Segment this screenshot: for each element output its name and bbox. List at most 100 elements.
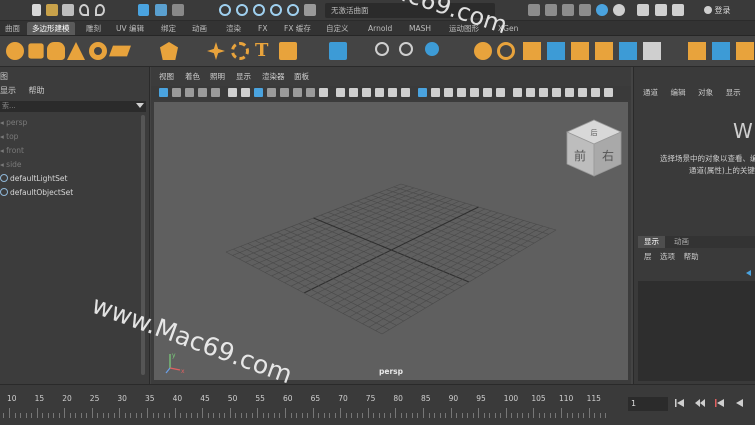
tab-surfaces[interactable]: 曲面 xyxy=(0,22,25,35)
tab-poly-modeling[interactable]: 多边形建模 xyxy=(27,22,75,35)
menu-help[interactable]: 帮助 xyxy=(29,86,45,95)
history-icon[interactable] xyxy=(304,4,316,16)
mirror-icon[interactable] xyxy=(571,42,589,60)
viewport-tool-icon[interactable] xyxy=(336,88,345,97)
menu-edit[interactable]: 编辑 xyxy=(671,88,686,97)
prev-key-icon[interactable] xyxy=(715,398,725,408)
viewport-tool-icon[interactable] xyxy=(362,88,371,97)
toggle-panel-icon[interactable] xyxy=(655,4,667,16)
viewport-tool-icon[interactable] xyxy=(513,88,522,97)
viewport-tool-icon[interactable] xyxy=(293,88,302,97)
viewport-tool-icon[interactable] xyxy=(483,88,492,97)
poly-cone-icon[interactable] xyxy=(67,42,85,60)
outliner-item-default-object-set[interactable]: defaultObjectSet xyxy=(0,187,73,199)
arrow-left-icon[interactable] xyxy=(746,270,751,276)
extrude-icon[interactable] xyxy=(595,42,613,60)
viewport-tool-icon[interactable] xyxy=(565,88,574,97)
boolean-icon[interactable] xyxy=(497,42,515,60)
pivot-icon[interactable] xyxy=(399,42,413,56)
viewport-tool-icon[interactable] xyxy=(401,88,410,97)
undo-icon[interactable] xyxy=(79,4,89,16)
viewport-tool-icon[interactable] xyxy=(444,88,453,97)
menu-layers[interactable]: 层 xyxy=(644,252,652,261)
tab-anim-layers[interactable]: 动画 xyxy=(668,236,695,248)
open-file-icon[interactable] xyxy=(46,4,58,16)
platonic-icon[interactable] xyxy=(160,42,178,60)
viewport-tool-icon[interactable] xyxy=(526,88,535,97)
snap-grid-icon[interactable] xyxy=(219,4,231,16)
outliner-item-side[interactable]: ◂ side xyxy=(0,159,22,171)
layer-list[interactable] xyxy=(638,281,755,381)
play-back-icon[interactable] xyxy=(735,398,745,408)
viewport-tool-icon[interactable] xyxy=(552,88,561,97)
menu-panels[interactable]: 面板 xyxy=(294,71,309,82)
separate-icon[interactable] xyxy=(523,42,541,60)
ui-elements-icon[interactable] xyxy=(613,4,625,16)
viewport-tool-icon[interactable] xyxy=(211,88,220,97)
save-icon[interactable] xyxy=(62,4,74,16)
viewport-tool-icon[interactable] xyxy=(457,88,466,97)
tab-animation[interactable]: 动画 xyxy=(187,22,212,35)
menu-help[interactable]: 帮助 xyxy=(684,252,699,261)
tab-display-layers[interactable]: 显示 xyxy=(638,236,665,248)
menu-object[interactable]: 对象 xyxy=(698,88,713,97)
select-tool-icon[interactable] xyxy=(138,4,149,16)
viewport-tool-icon[interactable] xyxy=(185,88,194,97)
viewport-tool-icon[interactable] xyxy=(375,88,384,97)
viewport-tool-icon[interactable] xyxy=(431,88,440,97)
tab-sculpting[interactable]: 雕刻 xyxy=(81,22,106,35)
panel-layout-icon[interactable] xyxy=(596,4,608,16)
render-settings-icon[interactable] xyxy=(562,4,574,16)
pivot-icon[interactable] xyxy=(375,42,389,56)
poly-torus-icon[interactable] xyxy=(89,42,107,60)
uv-editor-icon[interactable] xyxy=(329,42,347,60)
viewport-tool-icon[interactable] xyxy=(591,88,600,97)
viewport-tool-icon[interactable] xyxy=(470,88,479,97)
ipr-icon[interactable] xyxy=(545,4,557,16)
history-node-icon[interactable] xyxy=(425,42,439,56)
new-file-icon[interactable] xyxy=(32,4,41,16)
menu-show[interactable]: 显示 xyxy=(726,88,741,97)
tab-rendering[interactable]: 渲染 xyxy=(221,22,246,35)
tab-xgen[interactable]: XGen xyxy=(493,22,523,35)
outliner-item-persp[interactable]: ◂ persp xyxy=(0,117,27,129)
viewport-tool-icon[interactable] xyxy=(254,88,263,97)
outliner-item-default-light-set[interactable]: defaultLightSet xyxy=(0,173,67,185)
menu-show[interactable]: 显示 xyxy=(236,71,251,82)
poly-cylinder-icon[interactable] xyxy=(47,42,65,60)
poly-plane-icon[interactable] xyxy=(109,45,131,57)
toggle-panel-icon[interactable] xyxy=(672,4,684,16)
combine-icon[interactable] xyxy=(474,42,492,60)
time-slider[interactable]: 10 15 20 25 30 35 40 45 50 55 60 65 70 75 80 85 90 95 100 1… xyxy=(0,384,625,425)
viewport-tool-icon[interactable] xyxy=(172,88,181,97)
super-shape-icon[interactable] xyxy=(207,42,225,60)
tab-motion-graphics[interactable]: 运动图形 xyxy=(444,22,484,35)
menu-renderer[interactable]: 渲染器 xyxy=(262,71,285,82)
viewport-tool-icon[interactable] xyxy=(241,88,250,97)
viewport-tool-icon[interactable] xyxy=(496,88,505,97)
viewport-tool-icon[interactable] xyxy=(604,88,613,97)
toggle-panel-icon[interactable] xyxy=(637,4,649,16)
tab-arnold[interactable]: Arnold xyxy=(363,22,397,35)
snap-curve-icon[interactable] xyxy=(236,4,248,16)
multi-cut-icon[interactable] xyxy=(712,42,730,60)
outliner-search-input[interactable]: 索... xyxy=(0,101,146,112)
render-icon[interactable] xyxy=(528,4,540,16)
viewport-tool-icon[interactable] xyxy=(159,88,168,97)
snap-surface-icon[interactable] xyxy=(287,4,299,16)
login-button[interactable]: 登录 xyxy=(700,3,752,18)
viewport-tool-icon[interactable] xyxy=(349,88,358,97)
status-field[interactable]: 无激活曲面 xyxy=(325,3,495,18)
type-tool-icon[interactable]: T xyxy=(255,42,273,60)
menu-channels[interactable]: 通道 xyxy=(643,88,658,97)
viewport-tool-icon[interactable] xyxy=(228,88,237,97)
menu-shading[interactable]: 着色 xyxy=(185,71,200,82)
target-weld-icon[interactable] xyxy=(736,42,754,60)
tab-custom[interactable]: 自定义 xyxy=(321,22,354,35)
paint-select-icon[interactable] xyxy=(172,4,184,16)
go-to-start-icon[interactable] xyxy=(675,398,685,408)
outliner-item-top[interactable]: ◂ top xyxy=(0,131,18,143)
viewport-tool-icon[interactable] xyxy=(306,88,315,97)
viewport-tool-icon[interactable] xyxy=(539,88,548,97)
menu-view[interactable]: 视图 xyxy=(159,71,174,82)
